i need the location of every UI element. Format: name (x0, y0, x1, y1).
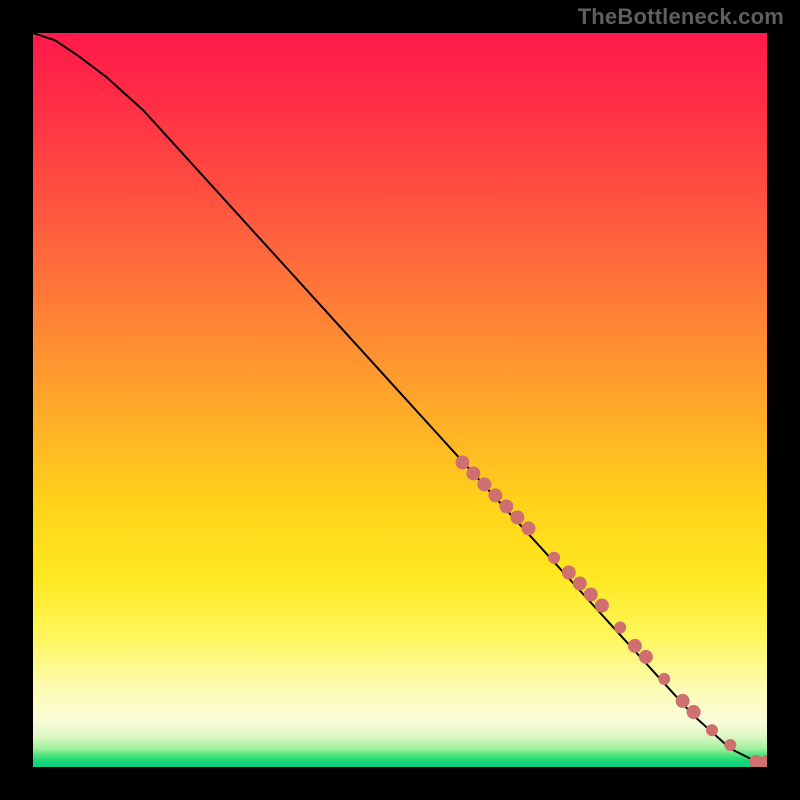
data-point-cluster-3a (628, 639, 642, 653)
data-point-cluster-3b (639, 650, 653, 664)
data-point-cluster-4a (676, 694, 690, 708)
data-point-spot-c (706, 724, 718, 736)
data-point-cluster-1b (466, 466, 480, 480)
data-points (455, 455, 767, 767)
data-point-cluster-2b (573, 577, 587, 591)
data-point-cluster-4b (687, 705, 701, 719)
data-point-cluster-1 (455, 455, 469, 469)
data-point-cluster-2a (562, 566, 576, 580)
curve-line (33, 33, 767, 763)
watermark-text: TheBottleneck.com (578, 4, 784, 30)
data-point-cluster-1d (488, 488, 502, 502)
data-point-cluster-1f (510, 510, 524, 524)
data-point-cluster-1c (477, 477, 491, 491)
plot-area (33, 33, 767, 767)
data-point-spot-d (724, 739, 736, 751)
data-point-spot-b (658, 673, 670, 685)
data-point-cluster-2c (584, 588, 598, 602)
data-point-spot-a (614, 622, 626, 634)
data-point-end-2 (760, 755, 767, 767)
chart-frame: TheBottleneck.com (0, 0, 800, 800)
data-point-gap-a (548, 552, 560, 564)
data-point-cluster-1g (522, 521, 536, 535)
data-point-cluster-2d (595, 599, 609, 613)
data-point-cluster-1e (499, 499, 513, 513)
chart-overlay (33, 33, 767, 767)
